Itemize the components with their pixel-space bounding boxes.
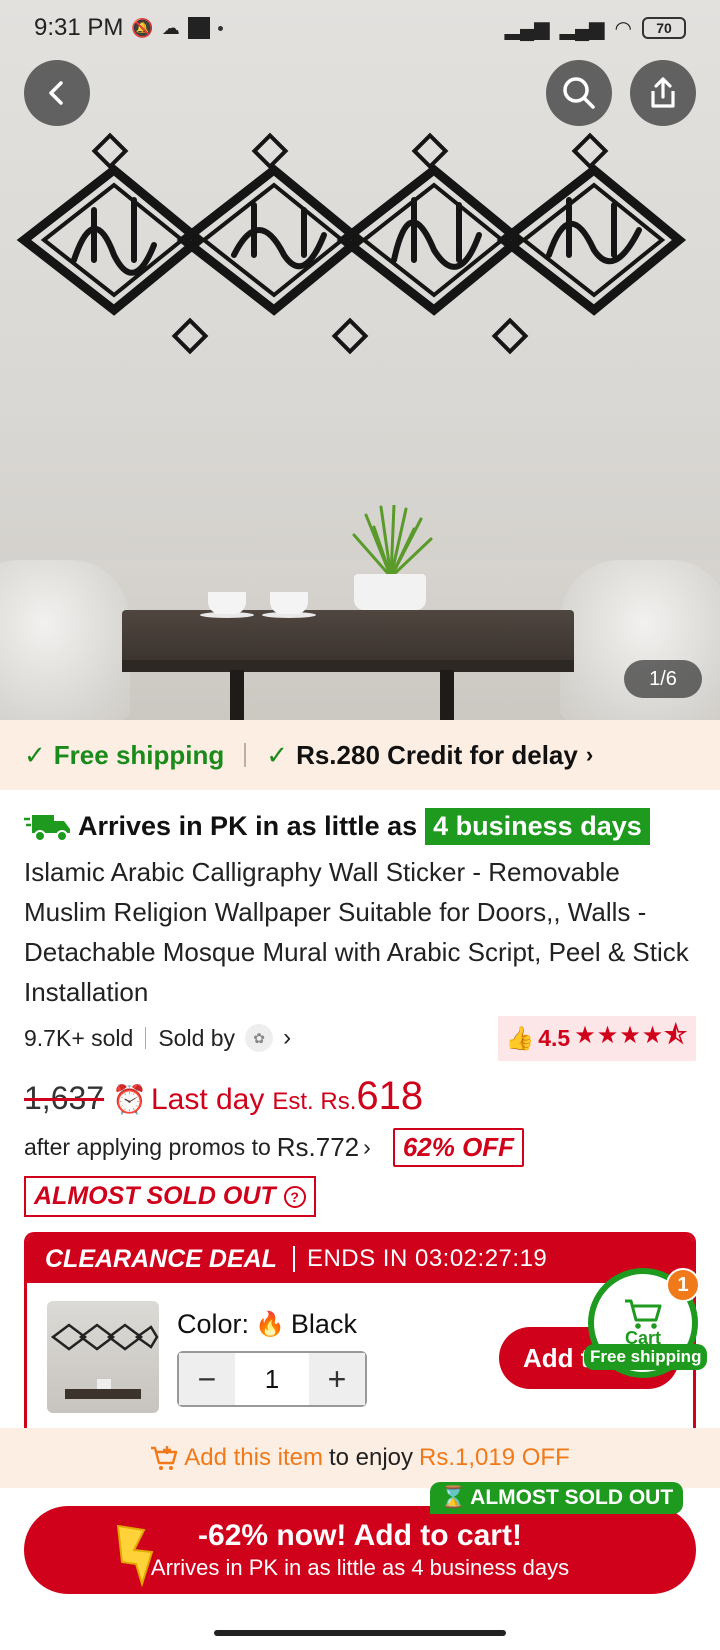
status-bar: 9:31 PM 🔕 ☁ ▂▄▆ ▂▄▆ ◠ 70	[0, 0, 720, 56]
increase-quantity-button[interactable]: +	[309, 1353, 365, 1405]
chevron-right-icon: ›	[363, 1134, 371, 1160]
rating-stars-icon: ★★★★⯪	[574, 1021, 688, 1049]
seller-logo-icon[interactable]: ✿	[245, 1024, 274, 1052]
original-price: 1,637	[24, 1080, 105, 1116]
signal-icon: ▂▄▆	[504, 17, 550, 40]
delay-credit-info[interactable]: ✓ Rs.280 Credit for delay ›	[266, 740, 593, 771]
discount-badge: 62% OFF	[392, 1128, 525, 1167]
battery-icon: 70	[642, 17, 686, 39]
image-counter: 1/6	[624, 660, 702, 698]
app-notification-icon	[187, 17, 210, 39]
sold-by-label[interactable]: Sold by	[158, 1025, 235, 1052]
cup	[208, 592, 246, 614]
sold-count: 9.7K+ sold	[24, 1024, 134, 1051]
plant-pot	[354, 574, 426, 610]
mute-icon: 🔕	[131, 17, 154, 38]
sales-seller-row: 9.7K+ sold Sold by ✿ › 👍 4.5 ★★★★⯪	[24, 1015, 696, 1061]
chevron-right-icon: ›	[585, 742, 594, 767]
share-button[interactable]	[630, 60, 696, 126]
alarm-clock-icon: ⏰	[112, 1084, 147, 1115]
lightning-icon	[116, 1524, 154, 1588]
product-image-gallery[interactable]: 9:31 PM 🔕 ☁ ▂▄▆ ▂▄▆ ◠ 70 1/6	[0, 0, 720, 720]
promo-row[interactable]: after applying promos to Rs.772 › 62% OF…	[24, 1128, 525, 1167]
chevron-right-icon[interactable]: ›	[283, 1024, 291, 1052]
search-icon	[563, 77, 595, 109]
cart-icon	[625, 1299, 662, 1329]
cart-free-shipping-tag: Free shipping	[584, 1344, 708, 1370]
product-title: Islamic Arabic Calligraphy Wall Sticker …	[24, 857, 689, 1007]
search-button[interactable]	[546, 60, 612, 126]
almost-sold-out-badge[interactable]: ALMOST SOLD OUT ?	[24, 1176, 316, 1217]
thumbs-up-icon: 👍	[505, 1024, 535, 1051]
product-photo-calligraphy	[16, 132, 687, 355]
cloud-icon: ☁	[161, 17, 180, 38]
hourglass-icon: ⌛	[440, 1486, 467, 1509]
cart-count-badge: 1	[666, 1268, 700, 1302]
table	[122, 610, 574, 666]
clearance-deal-header: CLEARANCE DEAL ENDS IN 03:02:27:19	[27, 1235, 693, 1283]
signal-icon: ▂▄▆	[559, 17, 605, 40]
promo-enjoy-bar[interactable]: Add this item to enjoy Rs.1,019 OFF	[0, 1428, 720, 1488]
chair-left	[0, 560, 130, 720]
home-indicator[interactable]	[214, 1630, 506, 1636]
wifi-icon: ◠	[614, 17, 632, 40]
last-day-label: Last day	[150, 1083, 265, 1116]
chevron-left-icon	[49, 81, 63, 105]
cup	[270, 592, 308, 614]
decrease-quantity-button[interactable]: −	[179, 1353, 235, 1405]
rating-value: 4.5	[538, 1024, 571, 1051]
add-to-cart-cta-button[interactable]: -62% now! Add to cart! Arrives in PK in …	[24, 1506, 696, 1594]
est-label: Est. Rs.	[272, 1088, 357, 1115]
business-days-badge: 4 business days	[425, 808, 650, 845]
delivery-estimate: Arrives in PK in as little as 4 business…	[24, 808, 650, 845]
final-price: 618	[356, 1074, 424, 1118]
product-thumbnail[interactable]	[47, 1301, 159, 1413]
quantity-value[interactable]: 1	[235, 1364, 309, 1395]
status-time: 9:31 PM	[34, 14, 124, 41]
more-notifications-icon	[217, 25, 223, 31]
rating-badge[interactable]: 👍 4.5 ★★★★⯪	[497, 1015, 696, 1061]
help-icon[interactable]: ?	[283, 1185, 306, 1208]
back-button[interactable]	[24, 60, 90, 126]
promo-price: Rs.772	[276, 1132, 360, 1162]
color-selection: Color: 🔥 Black	[177, 1309, 357, 1339]
add-to-cart-icon	[151, 1446, 178, 1470]
share-icon	[651, 77, 675, 108]
free-shipping-info: ✓ Free shipping	[24, 739, 225, 770]
almost-sold-out-tag: ⌛ ALMOST SOLD OUT	[430, 1482, 684, 1514]
check-icon: ✓	[266, 739, 289, 770]
price-row: 1,637 ⏰ Last day Est. Rs. 618	[24, 1074, 423, 1119]
delivery-truck-icon	[24, 814, 70, 842]
plant	[352, 505, 433, 579]
shipping-strip[interactable]: ✓ Free shipping ✓ Rs.280 Credit for dela…	[0, 720, 720, 790]
flame-icon: 🔥	[255, 1311, 285, 1338]
countdown-timer: 03:02:27:19	[414, 1245, 548, 1272]
check-icon: ✓	[24, 739, 46, 770]
quantity-stepper[interactable]: − 1 +	[177, 1351, 367, 1407]
